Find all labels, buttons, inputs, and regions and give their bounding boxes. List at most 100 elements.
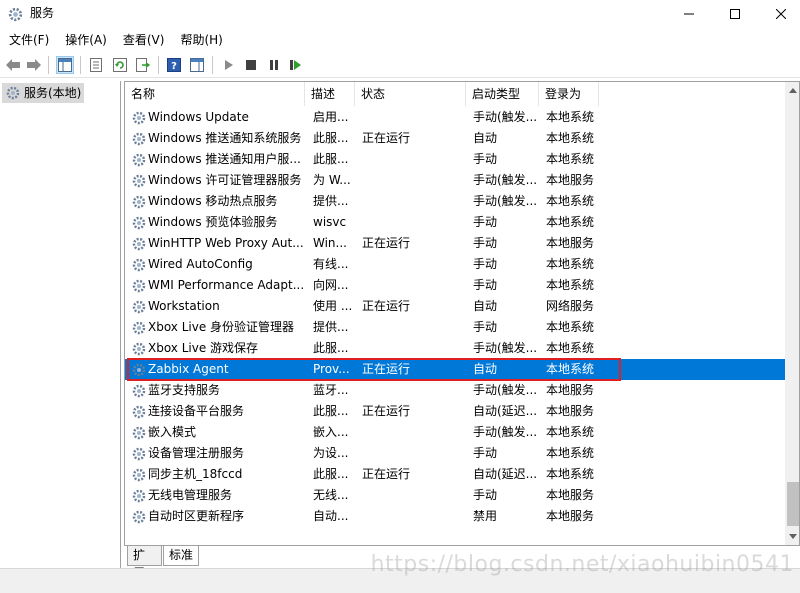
- service-name: Windows 移动热点服务: [148, 194, 278, 208]
- close-icon: [776, 9, 786, 19]
- service-row[interactable]: 嵌入模式 嵌入... 手动(触发... 本地系统: [125, 422, 785, 443]
- service-row[interactable]: Xbox Live 身份验证管理器 提供... 手动 本地系统: [125, 317, 785, 338]
- service-description: 使用 ...: [313, 299, 353, 313]
- service-gear-icon: [131, 110, 147, 126]
- start-service-button[interactable]: [220, 56, 238, 74]
- minimize-button[interactable]: [666, 0, 712, 28]
- service-startup-type: 手动: [473, 236, 498, 250]
- service-startup-type: 手动: [473, 278, 498, 292]
- service-status: [362, 317, 462, 338]
- service-gear-icon: [131, 488, 147, 504]
- column-header-log-on-as[interactable]: 登录为: [539, 82, 599, 106]
- tab-extended[interactable]: 扩展: [127, 546, 162, 580]
- services-gear-icon: [8, 7, 23, 22]
- service-row[interactable]: 无线电管理服务 无线... 手动 本地服务: [125, 485, 785, 506]
- service-log-on-as: 本地系统: [546, 131, 595, 145]
- forward-button[interactable]: [25, 56, 43, 74]
- service-row[interactable]: 自动时区更新程序 自动... 禁用 本地服务: [125, 506, 785, 527]
- show-hide-tree-button[interactable]: [56, 56, 74, 74]
- back-button[interactable]: [4, 56, 22, 74]
- service-gear-icon: [131, 152, 147, 168]
- service-description: 为 W...: [313, 173, 351, 187]
- console-tree: 服务(本地): [0, 81, 121, 568]
- service-row[interactable]: Zabbix Agent Prov... 正在运行 自动 本地系统: [125, 359, 785, 380]
- restart-service-icon: [290, 60, 301, 70]
- service-name: 设备管理注册服务: [148, 446, 245, 460]
- menu-help[interactable]: 帮助(H): [173, 30, 229, 50]
- service-row[interactable]: 蓝牙支持服务 蓝牙... 手动(触发... 本地服务: [125, 380, 785, 401]
- service-description: 此服...: [313, 404, 349, 418]
- close-button[interactable]: [758, 0, 800, 28]
- vertical-scrollbar[interactable]: [785, 82, 799, 545]
- service-log-on-as: 本地系统: [546, 425, 595, 439]
- scrollbar-thumb[interactable]: [787, 482, 799, 526]
- service-status: 正在运行: [362, 404, 411, 418]
- service-row[interactable]: 同步主机_18fccd 此服... 正在运行 自动(延迟... 本地系统: [125, 464, 785, 485]
- service-startup-type: 自动(延迟...: [473, 404, 538, 418]
- service-startup-type: 手动: [473, 152, 498, 166]
- service-row[interactable]: 设备管理注册服务 为设... 手动 本地系统: [125, 443, 785, 464]
- service-row[interactable]: Windows 预览体验服务 wisvc 手动 本地系统: [125, 212, 785, 233]
- service-gear-icon: [131, 194, 147, 210]
- properties-icon: [90, 58, 102, 72]
- service-description: 为设...: [313, 446, 349, 460]
- service-row[interactable]: Windows 移动热点服务 提供... 手动(触发... 本地系统: [125, 191, 785, 212]
- column-header-startup-type[interactable]: 启动类型: [466, 82, 539, 106]
- service-log-on-as: 本地系统: [546, 110, 595, 124]
- menu-action[interactable]: 操作(A): [58, 30, 114, 50]
- back-icon: [6, 59, 20, 71]
- tree-item-services-local[interactable]: 服务(本地): [2, 83, 85, 103]
- service-status: [362, 506, 462, 527]
- column-header-status[interactable]: 状态: [355, 82, 466, 106]
- export-list-button[interactable]: [134, 56, 152, 74]
- service-row[interactable]: 连接设备平台服务 此服... 正在运行 自动(延迟... 本地服务: [125, 401, 785, 422]
- show-hide-action-pane-button[interactable]: [188, 56, 206, 74]
- pause-service-icon: [270, 60, 278, 70]
- service-row[interactable]: Wired AutoConfig 有线... 手动 本地系统: [125, 254, 785, 275]
- service-row[interactable]: Windows 许可证管理器服务为 W... 手动(触发... 本地服务: [125, 170, 785, 191]
- service-row[interactable]: Windows Update 启用... 手动(触发... 本地系统: [125, 107, 785, 128]
- menu-file[interactable]: 文件(F): [2, 30, 56, 50]
- show-hide-tree-icon: [58, 58, 72, 72]
- scroll-up-button[interactable]: [785, 82, 799, 99]
- scroll-down-button[interactable]: [785, 528, 799, 545]
- service-startup-type: 自动: [473, 131, 498, 145]
- menu-view[interactable]: 查看(V): [116, 30, 172, 50]
- service-log-on-as: 本地服务: [546, 236, 595, 250]
- service-startup-type: 手动: [473, 257, 498, 271]
- pause-service-button[interactable]: [265, 56, 283, 74]
- service-name: 无线电管理服务: [148, 488, 233, 502]
- service-row[interactable]: Xbox Live 游戏保存 此服... 手动(触发... 本地系统: [125, 338, 785, 359]
- help-button[interactable]: ?: [165, 56, 183, 74]
- refresh-button[interactable]: [111, 56, 129, 74]
- service-row[interactable]: WMI Performance Adapt... 向网... 手动 本地系统: [125, 275, 785, 296]
- service-log-on-as: 本地系统: [546, 320, 595, 334]
- menu-bar: 文件(F) 操作(A) 查看(V) 帮助(H): [0, 30, 800, 50]
- service-row[interactable]: Windows 推送通知系统服务 此服... 正在运行 自动 本地系统: [125, 128, 785, 149]
- export-list-icon: [136, 58, 150, 72]
- stop-service-button[interactable]: [242, 56, 260, 74]
- service-gear-icon: [131, 446, 147, 462]
- tab-standard[interactable]: 标准: [163, 546, 199, 566]
- column-header-description[interactable]: 描述: [305, 82, 355, 106]
- properties-button[interactable]: [87, 56, 105, 74]
- service-status: [362, 191, 462, 212]
- service-status: [362, 485, 462, 506]
- service-description: 提供...: [313, 194, 349, 208]
- column-header-name[interactable]: 名称: [125, 82, 305, 106]
- services-gear-icon: [6, 86, 20, 100]
- service-status: [362, 380, 462, 401]
- service-row[interactable]: WinHTTP Web Proxy Aut... Win... 正在运行 手动 本地服务: [125, 233, 785, 254]
- service-log-on-as: 本地系统: [546, 446, 595, 460]
- service-row[interactable]: Workstation 使用 ... 正在运行 自动 网络服务: [125, 296, 785, 317]
- service-gear-icon: [131, 509, 147, 525]
- restart-service-button[interactable]: [287, 56, 305, 74]
- service-row[interactable]: Windows 推送通知用户服... 此服... 手动 本地系统: [125, 149, 785, 170]
- service-description: Prov...: [313, 362, 350, 376]
- show-hide-action-pane-icon: [190, 58, 204, 72]
- stop-service-icon: [246, 60, 256, 70]
- svg-text:?: ?: [171, 61, 177, 72]
- service-status: [362, 275, 462, 296]
- toolbar-separator: [158, 56, 159, 74]
- maximize-button[interactable]: [712, 0, 758, 28]
